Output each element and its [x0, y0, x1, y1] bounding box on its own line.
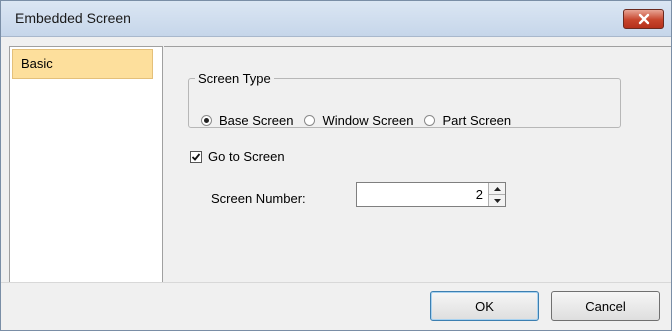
go-to-screen-checkbox[interactable] [190, 150, 202, 163]
radio-unselected-icon[interactable] [424, 115, 436, 126]
radio-window-screen[interactable]: Window Screen [304, 113, 413, 128]
arrow-up-icon [493, 186, 501, 191]
radio-label: Base Screen [219, 113, 294, 128]
settings-panel: Screen Type Base Screen Window Screen Pa… [164, 46, 671, 282]
dialog-window: Embedded Screen Basic Screen Type Base S… [0, 0, 672, 331]
screen-number-spinbox[interactable]: 2 [356, 182, 506, 207]
ok-button[interactable]: OK [430, 291, 539, 321]
radio-selected-icon[interactable] [201, 115, 212, 126]
screen-type-group: Screen Type Base Screen Window Screen Pa… [188, 71, 621, 128]
radio-base-screen[interactable]: Base Screen [201, 113, 293, 128]
arrow-down-icon [493, 198, 501, 203]
sidebar-item-label: Basic [21, 56, 53, 71]
close-icon [638, 13, 649, 25]
go-to-screen-label: Go to Screen [208, 149, 285, 164]
spinner-buttons [488, 183, 505, 206]
category-sidebar: Basic [9, 46, 163, 283]
radio-label: Window Screen [322, 113, 414, 128]
spin-up-button[interactable] [489, 183, 505, 195]
title-bar[interactable]: Embedded Screen [1, 1, 671, 37]
screen-number-label: Screen Number: [211, 191, 306, 206]
radio-unselected-icon[interactable] [304, 115, 316, 126]
window-title: Embedded Screen [15, 10, 131, 26]
cancel-button[interactable]: Cancel [551, 291, 660, 321]
checkmark-icon [191, 152, 201, 161]
screen-type-options: Base Screen Window Screen Part Screen [201, 113, 522, 128]
radio-label: Part Screen [442, 113, 512, 128]
sidebar-item-basic[interactable]: Basic [12, 49, 153, 79]
go-to-screen-checkbox-row[interactable]: Go to Screen [190, 149, 285, 164]
screen-number-value[interactable]: 2 [476, 187, 483, 202]
spin-down-button[interactable] [489, 195, 505, 206]
radio-part-screen[interactable]: Part Screen [424, 113, 511, 128]
screen-type-legend: Screen Type [198, 71, 271, 86]
close-button[interactable] [623, 9, 664, 29]
footer-divider [1, 282, 671, 283]
